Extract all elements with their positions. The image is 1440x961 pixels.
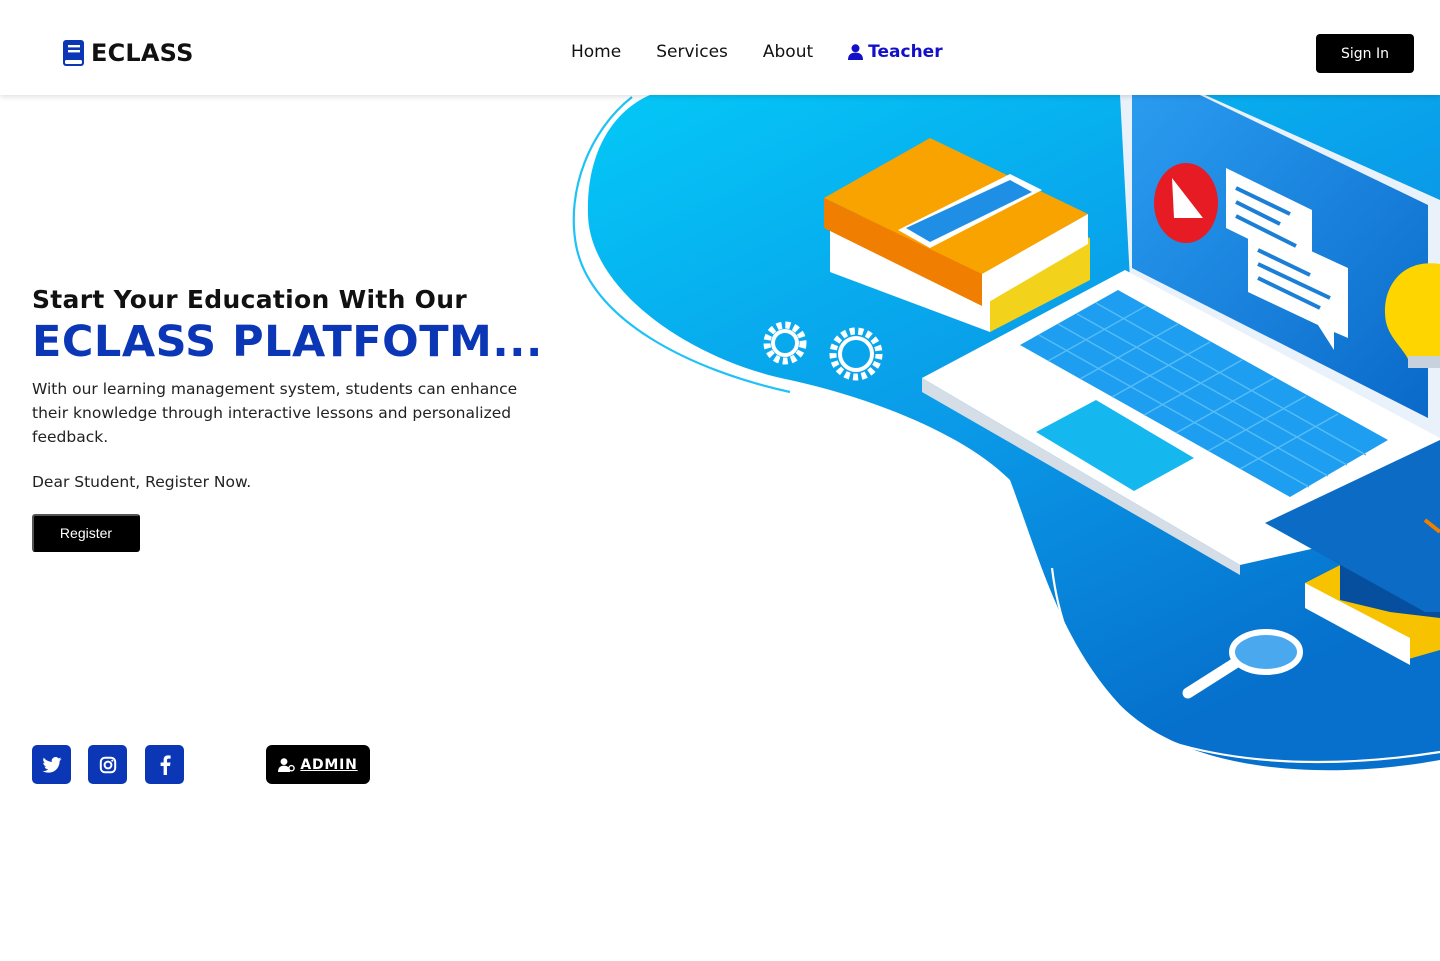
instagram-icon [99,756,116,773]
hero-description: With our learning management system, stu… [32,380,518,446]
hero-cta-text: Dear Student, Register Now. [32,473,252,491]
nav-about[interactable]: About [763,42,813,62]
nav-teacher-label: Teacher [868,42,943,62]
nav-home[interactable]: Home [571,42,621,62]
facebook-button[interactable] [145,745,184,784]
facebook-icon [160,754,171,775]
admin-label: ADMIN [300,756,358,773]
twitter-icon [41,756,62,773]
play-button-icon [1154,163,1218,243]
admin-button[interactable]: ADMIN [266,745,370,784]
admin-user-icon [278,757,296,772]
sign-in-button[interactable]: Sign In [1316,34,1414,73]
brand-name: ECLASS [91,39,194,67]
hero-kicker: Start Your Education With Our [32,285,467,314]
hero-illustration [572,95,1440,771]
header: ECLASS Home Services About Teacher Sign … [0,0,1440,95]
brand-logo[interactable]: ECLASS [62,38,194,68]
main-nav: Home Services About Teacher [571,42,943,62]
twitter-button[interactable] [32,745,71,784]
register-button[interactable]: Register [32,514,140,552]
instagram-button[interactable] [88,745,127,784]
nav-teacher[interactable]: Teacher [848,42,943,62]
hero-title: ECLASS PLATFOTM... [32,317,543,367]
book-icon [63,40,84,66]
user-icon [848,44,864,60]
nav-services[interactable]: Services [656,42,728,62]
